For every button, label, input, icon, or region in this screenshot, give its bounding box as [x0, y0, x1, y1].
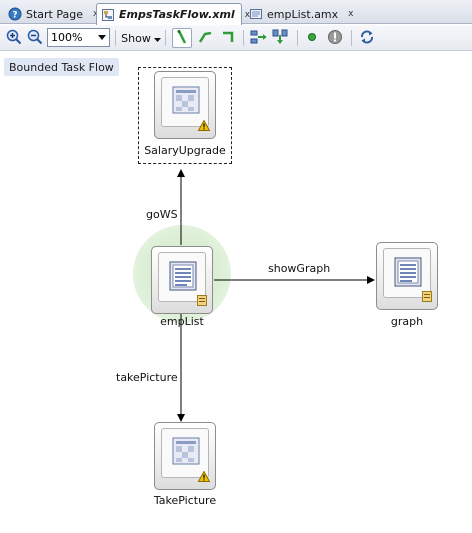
node-label-emp-list[interactable]: empList [151, 315, 213, 328]
page-file-icon [422, 291, 432, 305]
node-take-picture[interactable] [154, 422, 216, 490]
edge-label-goWS[interactable]: goWS [146, 208, 178, 221]
node-label-graph[interactable]: graph [376, 315, 438, 328]
view-page-icon [169, 261, 197, 294]
task-flow-call-icon [172, 437, 200, 468]
edge-label-showGraph[interactable]: showGraph [268, 262, 330, 275]
view-page-icon [394, 257, 422, 290]
node-salary-upgrade[interactable] [154, 71, 216, 139]
node-emp-list[interactable] [151, 246, 213, 314]
node-graph[interactable] [376, 242, 438, 310]
warning-icon [197, 470, 211, 485]
page-file-icon [197, 295, 207, 309]
edge-label-takePicture[interactable]: takePicture [116, 371, 178, 384]
task-flow-call-icon [172, 86, 200, 117]
node-label-salary-upgrade[interactable]: SalaryUpgrade [138, 144, 232, 157]
node-label-take-picture[interactable]: TakePicture [138, 494, 232, 507]
warning-icon [197, 119, 211, 134]
